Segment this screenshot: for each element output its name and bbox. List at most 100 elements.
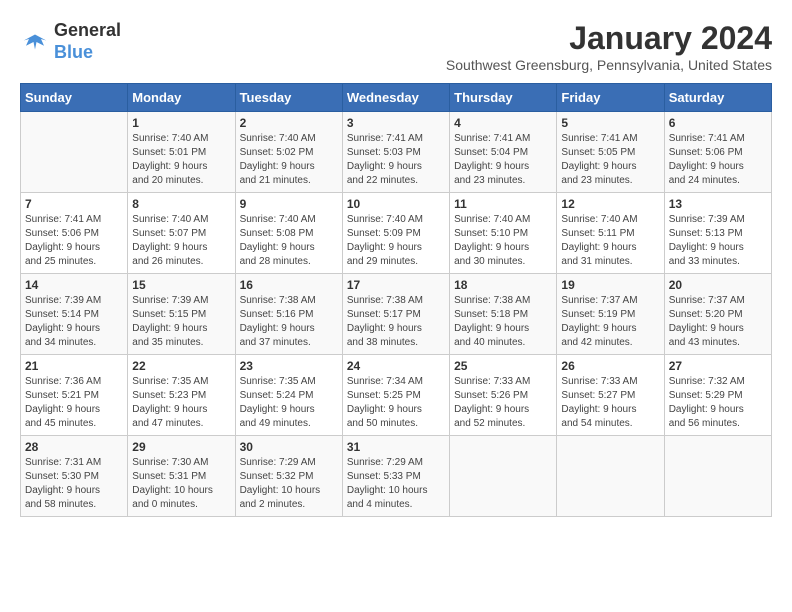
header-cell-wednesday: Wednesday [342, 84, 449, 112]
calendar-cell [664, 436, 771, 517]
calendar-cell: 12 Sunrise: 7:40 AM Sunset: 5:11 PM Dayli… [557, 193, 664, 274]
calendar-cell: 9 Sunrise: 7:40 AM Sunset: 5:08 PM Daylig… [235, 193, 342, 274]
day-info: Sunrise: 7:41 AM Sunset: 5:05 PM Dayligh… [561, 132, 659, 188]
day-number: 18 [454, 278, 552, 292]
day-info: Sunrise: 7:37 AM Sunset: 5:19 PM Dayligh… [561, 294, 659, 350]
calendar-cell: 18Sunrise: 7:38 AM Sunset: 5:18 PM Dayli… [450, 274, 557, 355]
day-number: 9 [240, 197, 338, 211]
day-number: 23 [240, 359, 338, 373]
day-number: 10 [347, 197, 445, 211]
page-header: General Blue January 2024 Southwest Gree… [20, 20, 772, 73]
header-cell-thursday: Thursday [450, 84, 557, 112]
day-number: 11 [454, 197, 552, 211]
day-info: Sunrise: 7:39 AM Sunset: 5:14 PM Dayligh… [25, 294, 123, 350]
day-info: Sunrise: 7:29 AM Sunset: 5:32 PM Dayligh… [240, 456, 338, 512]
calendar-cell: 24Sunrise: 7:34 AM Sunset: 5:25 PM Dayli… [342, 355, 449, 436]
calendar-cell: 11 Sunrise: 7:40 AM Sunset: 5:10 PM Dayli… [450, 193, 557, 274]
calendar-cell: 7 Sunrise: 7:41 AM Sunset: 5:06 PM Daylig… [21, 193, 128, 274]
calendar-cell: 30 Sunrise: 7:29 AM Sunset: 5:32 PM Dayli… [235, 436, 342, 517]
day-info: Sunrise: 7:39 AM Sunset: 5:13 PM Dayligh… [669, 213, 767, 269]
day-info: Sunrise: 7:40 AM Sunset: 5:02 PM Dayligh… [240, 132, 338, 188]
day-info: Sunrise: 7:41 AM Sunset: 5:06 PM Dayligh… [669, 132, 767, 188]
day-number: 5 [561, 116, 659, 130]
day-info: Sunrise: 7:40 AM Sunset: 5:10 PM Dayligh… [454, 213, 552, 269]
header-cell-sunday: Sunday [21, 84, 128, 112]
day-number: 28 [25, 440, 123, 454]
header-row: SundayMondayTuesdayWednesdayThursdayFrid… [21, 84, 772, 112]
day-number: 20 [669, 278, 767, 292]
calendar-cell [450, 436, 557, 517]
day-number: 26 [561, 359, 659, 373]
header-cell-tuesday: Tuesday [235, 84, 342, 112]
day-info: Sunrise: 7:33 AM Sunset: 5:26 PM Dayligh… [454, 375, 552, 431]
day-info: Sunrise: 7:40 AM Sunset: 5:07 PM Dayligh… [132, 213, 230, 269]
calendar-cell: 26 Sunrise: 7:33 AM Sunset: 5:27 PM Dayli… [557, 355, 664, 436]
calendar-cell: 23 Sunrise: 7:35 AM Sunset: 5:24 PM Dayli… [235, 355, 342, 436]
day-number: 6 [669, 116, 767, 130]
day-number: 17 [347, 278, 445, 292]
day-number: 27 [669, 359, 767, 373]
day-number: 3 [347, 116, 445, 130]
day-info: Sunrise: 7:38 AM Sunset: 5:16 PM Dayligh… [240, 294, 338, 350]
day-info: Sunrise: 7:39 AM Sunset: 5:15 PM Dayligh… [132, 294, 230, 350]
day-info: Sunrise: 7:37 AM Sunset: 5:20 PM Dayligh… [669, 294, 767, 350]
calendar-cell: 2 Sunrise: 7:40 AM Sunset: 5:02 PM Daylig… [235, 112, 342, 193]
day-number: 8 [132, 197, 230, 211]
day-info: Sunrise: 7:35 AM Sunset: 5:24 PM Dayligh… [240, 375, 338, 431]
day-number: 31 [347, 440, 445, 454]
day-number: 30 [240, 440, 338, 454]
day-info: Sunrise: 7:40 AM Sunset: 5:09 PM Dayligh… [347, 213, 445, 269]
calendar-cell: 16Sunrise: 7:38 AM Sunset: 5:16 PM Dayli… [235, 274, 342, 355]
calendar-cell [21, 112, 128, 193]
calendar-week-2: 7 Sunrise: 7:41 AM Sunset: 5:06 PM Daylig… [21, 193, 772, 274]
calendar-cell: 15Sunrise: 7:39 AM Sunset: 5:15 PM Dayli… [128, 274, 235, 355]
calendar-cell: 20 Sunrise: 7:37 AM Sunset: 5:20 PM Dayli… [664, 274, 771, 355]
day-info: Sunrise: 7:35 AM Sunset: 5:23 PM Dayligh… [132, 375, 230, 431]
calendar-subtitle: Southwest Greensburg, Pennsylvania, Unit… [446, 57, 772, 73]
day-number: 22 [132, 359, 230, 373]
calendar-header: SundayMondayTuesdayWednesdayThursdayFrid… [21, 84, 772, 112]
day-number: 21 [25, 359, 123, 373]
calendar-cell: 31Sunrise: 7:29 AM Sunset: 5:33 PM Dayli… [342, 436, 449, 517]
day-info: Sunrise: 7:38 AM Sunset: 5:17 PM Dayligh… [347, 294, 445, 350]
calendar-week-4: 21Sunrise: 7:36 AM Sunset: 5:21 PM Dayli… [21, 355, 772, 436]
calendar-cell: 28 Sunrise: 7:31 AM Sunset: 5:30 PM Dayli… [21, 436, 128, 517]
day-info: Sunrise: 7:33 AM Sunset: 5:27 PM Dayligh… [561, 375, 659, 431]
calendar-cell: 14 Sunrise: 7:39 AM Sunset: 5:14 PM Dayli… [21, 274, 128, 355]
calendar-week-5: 28 Sunrise: 7:31 AM Sunset: 5:30 PM Dayli… [21, 436, 772, 517]
logo: General Blue [20, 20, 121, 63]
calendar-cell: 25Sunrise: 7:33 AM Sunset: 5:26 PM Dayli… [450, 355, 557, 436]
day-number: 14 [25, 278, 123, 292]
calendar-cell: 6 Sunrise: 7:41 AM Sunset: 5:06 PM Daylig… [664, 112, 771, 193]
header-cell-friday: Friday [557, 84, 664, 112]
day-number: 2 [240, 116, 338, 130]
calendar-body: 1 Sunrise: 7:40 AM Sunset: 5:01 PM Daylig… [21, 112, 772, 517]
day-info: Sunrise: 7:30 AM Sunset: 5:31 PM Dayligh… [132, 456, 230, 512]
calendar-table: SundayMondayTuesdayWednesdayThursdayFrid… [20, 83, 772, 517]
day-info: Sunrise: 7:31 AM Sunset: 5:30 PM Dayligh… [25, 456, 123, 512]
day-number: 1 [132, 116, 230, 130]
day-info: Sunrise: 7:40 AM Sunset: 5:01 PM Dayligh… [132, 132, 230, 188]
day-number: 7 [25, 197, 123, 211]
day-info: Sunrise: 7:40 AM Sunset: 5:08 PM Dayligh… [240, 213, 338, 269]
calendar-cell: 17 Sunrise: 7:38 AM Sunset: 5:17 PM Dayli… [342, 274, 449, 355]
day-number: 12 [561, 197, 659, 211]
calendar-cell: 10 Sunrise: 7:40 AM Sunset: 5:09 PM Dayli… [342, 193, 449, 274]
day-number: 4 [454, 116, 552, 130]
calendar-cell: 27 Sunrise: 7:32 AM Sunset: 5:29 PM Dayli… [664, 355, 771, 436]
calendar-title: January 2024 [446, 20, 772, 57]
calendar-week-3: 14 Sunrise: 7:39 AM Sunset: 5:14 PM Dayli… [21, 274, 772, 355]
day-info: Sunrise: 7:32 AM Sunset: 5:29 PM Dayligh… [669, 375, 767, 431]
calendar-cell: 5 Sunrise: 7:41 AM Sunset: 5:05 PM Daylig… [557, 112, 664, 193]
day-info: Sunrise: 7:40 AM Sunset: 5:11 PM Dayligh… [561, 213, 659, 269]
logo-icon [20, 27, 50, 57]
calendar-cell: 4Sunrise: 7:41 AM Sunset: 5:04 PM Daylig… [450, 112, 557, 193]
day-info: Sunrise: 7:41 AM Sunset: 5:03 PM Dayligh… [347, 132, 445, 188]
calendar-cell: 13Sunrise: 7:39 AM Sunset: 5:13 PM Dayli… [664, 193, 771, 274]
header-cell-saturday: Saturday [664, 84, 771, 112]
calendar-cell: 3 Sunrise: 7:41 AM Sunset: 5:03 PM Daylig… [342, 112, 449, 193]
day-info: Sunrise: 7:41 AM Sunset: 5:06 PM Dayligh… [25, 213, 123, 269]
logo-text: General Blue [54, 20, 121, 63]
calendar-week-1: 1 Sunrise: 7:40 AM Sunset: 5:01 PM Daylig… [21, 112, 772, 193]
day-number: 29 [132, 440, 230, 454]
